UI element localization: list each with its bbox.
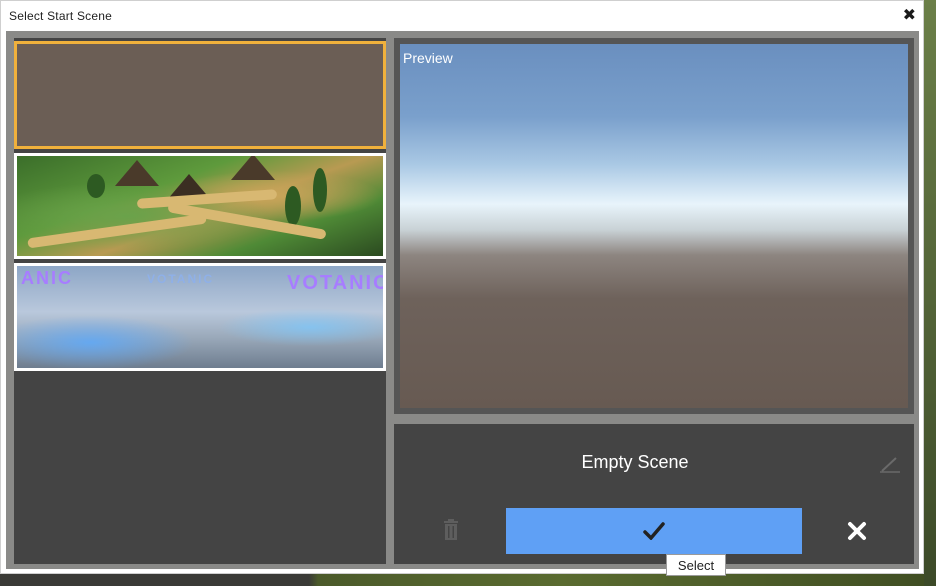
dialog-titlebar: Select Start Scene ✖ [1, 1, 923, 31]
close-icon[interactable]: ✖ [903, 5, 916, 25]
dialog-content: ANIC VOTANIC VOTANIC Preview Empty Scene [6, 31, 919, 569]
lab-sign-left: ANIC [21, 268, 73, 288]
hut-shape [231, 156, 275, 180]
scene-item-village[interactable] [14, 153, 386, 259]
close-icon [848, 522, 866, 540]
pencil-icon[interactable] [878, 454, 902, 474]
select-start-scene-dialog: Select Start Scene ✖ ANIC VOTANIC VOTANI… [0, 0, 924, 574]
cancel-button[interactable] [840, 514, 874, 548]
scene-name: Empty Scene [581, 452, 689, 472]
scene-item-votanic-lab[interactable]: ANIC VOTANIC VOTANIC [14, 263, 386, 371]
preview-image [400, 44, 908, 408]
path-shape [27, 213, 207, 249]
tree-shape [87, 174, 105, 198]
scene-details-panel: Empty Scene [394, 424, 914, 564]
hut-shape [115, 160, 159, 186]
trash-icon[interactable] [442, 518, 460, 542]
background-editor-edge [924, 0, 936, 586]
dialog-title: Select Start Scene [9, 9, 112, 23]
lab-sign-right: VOTANIC [287, 272, 386, 294]
preview-label: Preview [403, 50, 453, 66]
background-editor-strip [0, 572, 936, 586]
lab-sign-center: VOTANIC [147, 272, 215, 286]
confirm-select-button[interactable] [506, 508, 802, 554]
tree-shape [313, 168, 327, 212]
select-tooltip: Select [666, 554, 726, 576]
tree-shape [285, 186, 301, 226]
checkmark-icon [643, 522, 665, 540]
scene-list[interactable]: ANIC VOTANIC VOTANIC [14, 38, 386, 564]
scene-item-empty[interactable] [14, 41, 386, 149]
preview-panel: Preview [394, 38, 914, 414]
